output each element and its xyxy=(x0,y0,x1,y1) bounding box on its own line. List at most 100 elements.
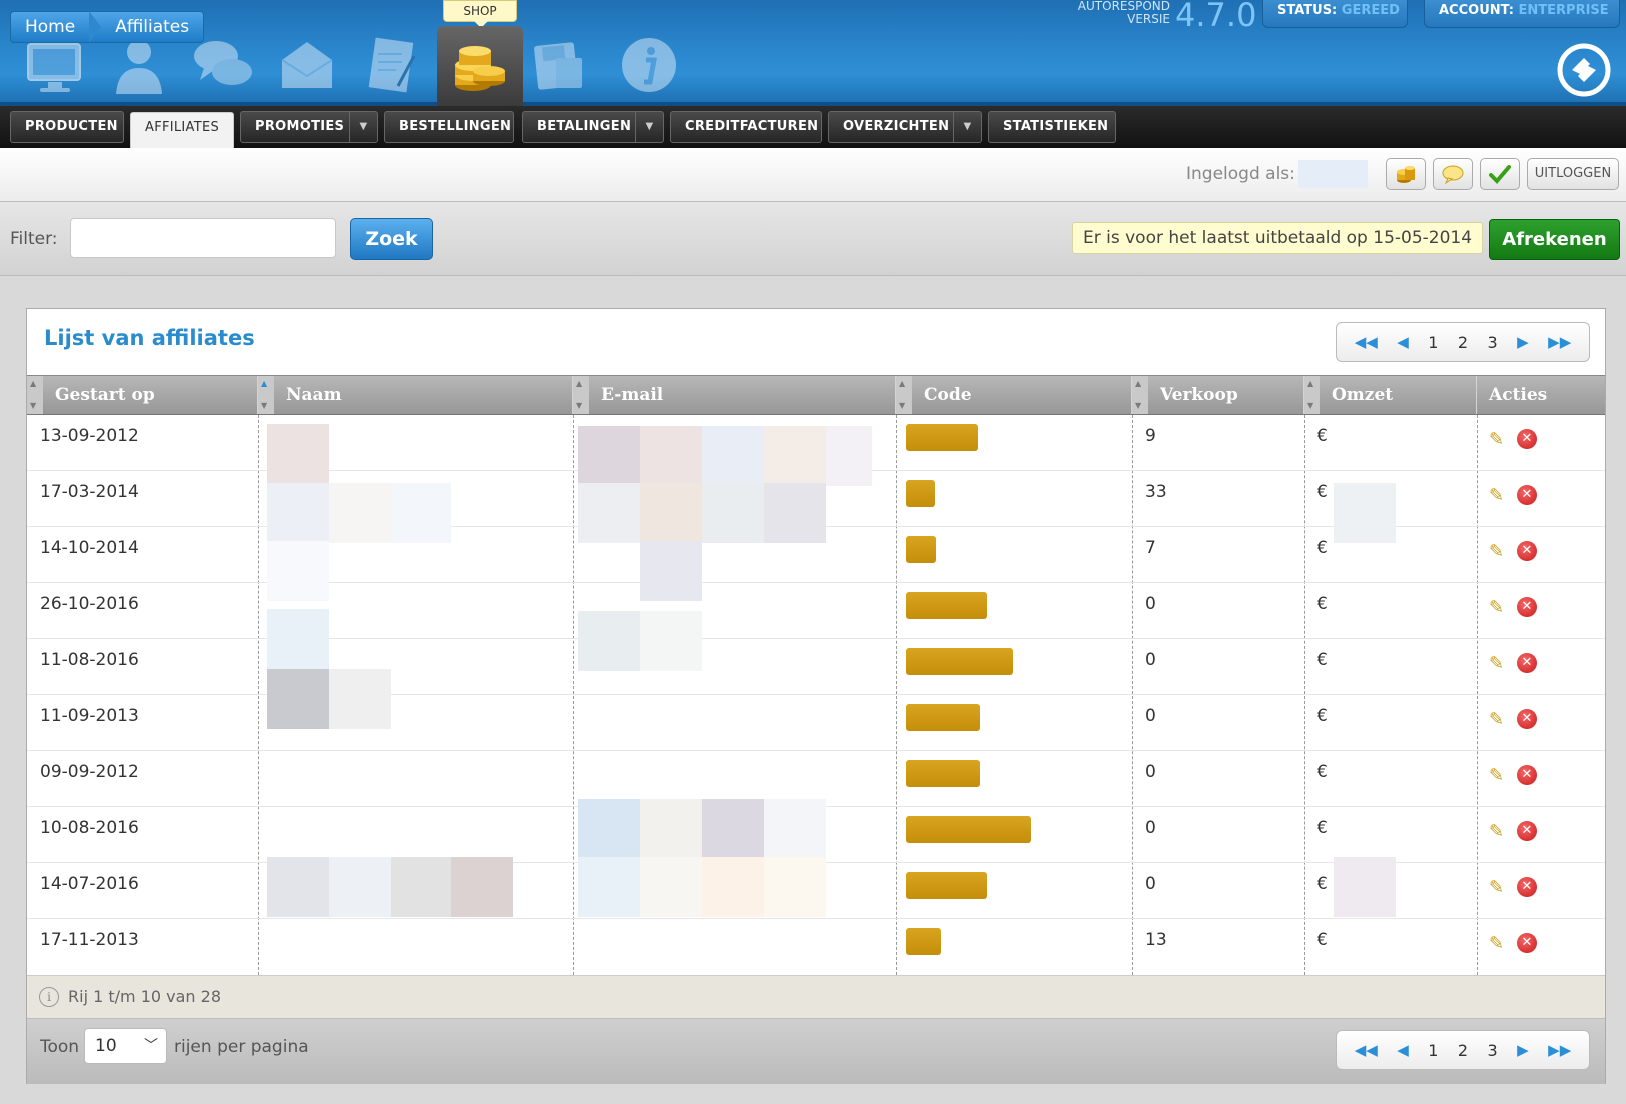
confirm-button[interactable] xyxy=(1480,158,1520,190)
page-link[interactable]: 2 xyxy=(1458,1041,1468,1060)
nav-item-bestellingen[interactable]: BESTELLINGEN xyxy=(384,111,514,143)
delete-icon[interactable]: ✕ xyxy=(1517,653,1537,673)
delete-icon[interactable]: ✕ xyxy=(1517,709,1537,729)
edit-icon[interactable]: ✎ xyxy=(1489,541,1504,562)
edit-icon[interactable]: ✎ xyxy=(1489,877,1504,898)
search-button[interactable]: Zoek xyxy=(350,218,433,260)
first-page-icon[interactable]: ◀◀ xyxy=(1355,1041,1378,1059)
floppy-icon[interactable] xyxy=(524,30,594,100)
nav-item-label: PROMOTIES xyxy=(255,119,345,134)
code-redacted xyxy=(906,704,980,731)
dropdown-arrow-icon[interactable]: ▼ xyxy=(635,112,663,142)
nav-item-statistieken[interactable]: STATISTIEKEN xyxy=(988,111,1116,143)
messages-button[interactable] xyxy=(1433,158,1473,190)
prev-page-icon[interactable]: ◀ xyxy=(1397,1041,1409,1059)
document-icon[interactable] xyxy=(356,30,426,100)
page-link[interactable]: 3 xyxy=(1488,1041,1498,1060)
delete-icon[interactable]: ✕ xyxy=(1517,765,1537,785)
nav-item-creditfacturen[interactable]: CREDITFACTUREN xyxy=(670,111,822,143)
info-icon[interactable] xyxy=(614,30,684,100)
table-row[interactable]: 17-03-2014 33 € ✎ ✕ xyxy=(27,471,1605,543)
nav-item-label: PRODUCTEN xyxy=(25,119,118,134)
edit-icon[interactable]: ✎ xyxy=(1489,653,1504,674)
coins-button[interactable] xyxy=(1386,158,1426,190)
next-page-icon[interactable]: ▶ xyxy=(1517,333,1529,351)
table-row[interactable]: 14-07-2016 0 € ✎ ✕ xyxy=(27,857,1605,919)
column-header-name[interactable]: Naam xyxy=(258,376,573,414)
column-header-actions: Acties xyxy=(1477,376,1605,414)
delete-icon[interactable]: ✕ xyxy=(1517,933,1537,953)
email-redacted xyxy=(764,799,826,859)
rows-per-page-select[interactable]: 10 ﹀ xyxy=(84,1028,167,1064)
filter-input[interactable] xyxy=(70,218,336,258)
cell-started: 26-10-2016 xyxy=(40,594,139,614)
page-link[interactable]: 3 xyxy=(1488,333,1498,352)
breadcrumb-home[interactable]: Home xyxy=(11,17,89,37)
column-header-started[interactable]: Gestart op xyxy=(27,376,258,414)
dropdown-arrow-icon[interactable]: ▼ xyxy=(953,112,981,142)
sort-icon[interactable] xyxy=(1132,376,1148,414)
pagination-bottom: ◀◀ ◀ 1 2 3 ▶ ▶▶ xyxy=(1336,1030,1590,1070)
edit-icon[interactable]: ✎ xyxy=(1489,821,1504,842)
speech-bubble-icon xyxy=(1442,165,1464,184)
nav-item-label: OVERZICHTEN xyxy=(843,119,950,134)
sort-icon[interactable] xyxy=(27,376,43,414)
column-header-email[interactable]: E-mail xyxy=(573,376,896,414)
delete-icon[interactable]: ✕ xyxy=(1517,485,1537,505)
nav-item-betalingen[interactable]: BETALINGEN ▼ xyxy=(522,111,664,143)
table-row[interactable]: 13-09-2012 9 € ✎ ✕ xyxy=(27,415,1605,486)
edit-icon[interactable]: ✎ xyxy=(1489,933,1504,954)
rows-per-page-label: rijen per pagina xyxy=(174,1037,309,1057)
next-page-icon[interactable]: ▶ xyxy=(1517,1041,1529,1059)
delete-icon[interactable]: ✕ xyxy=(1517,429,1537,449)
column-header-label: Verkoop xyxy=(1160,385,1238,405)
sort-icon[interactable] xyxy=(573,376,589,414)
column-header-code[interactable]: Code xyxy=(896,376,1132,414)
shop-module-button[interactable] xyxy=(437,26,523,106)
nav-item-producten[interactable]: PRODUCTEN xyxy=(10,111,124,143)
table-row[interactable]: 11-08-2016 0 € ✎ ✕ xyxy=(27,639,1605,729)
cell-sales: 13 xyxy=(1145,930,1167,950)
table-row[interactable]: 17-11-2013 13 € ✎ ✕ xyxy=(27,919,1605,975)
sort-icon[interactable] xyxy=(896,376,912,414)
table-row[interactable]: 11-09-2013 0 € ✎ ✕ xyxy=(27,695,1605,751)
checkout-button[interactable]: Afrekenen xyxy=(1489,219,1620,260)
table-row[interactable]: 10-08-2016 0 € ✎ ✕ xyxy=(27,799,1605,863)
edit-icon[interactable]: ✎ xyxy=(1489,429,1504,450)
dropdown-arrow-icon[interactable]: ▼ xyxy=(349,112,377,142)
logout-button[interactable]: UITLOGGEN xyxy=(1527,158,1619,190)
table-row[interactable]: 26-10-2016 0 € ✎ ✕ xyxy=(27,583,1605,671)
code-redacted xyxy=(906,760,980,787)
edit-icon[interactable]: ✎ xyxy=(1489,597,1504,618)
cell-currency: € xyxy=(1317,538,1328,558)
edit-icon[interactable]: ✎ xyxy=(1489,765,1504,786)
last-page-icon[interactable]: ▶▶ xyxy=(1548,1041,1571,1059)
breadcrumb-current[interactable]: Affiliates xyxy=(101,17,203,37)
checkmark-icon xyxy=(1489,165,1511,184)
prev-page-icon[interactable]: ◀ xyxy=(1397,333,1409,351)
page-link[interactable]: 2 xyxy=(1458,333,1468,352)
email-redacted xyxy=(702,799,764,859)
delete-icon[interactable]: ✕ xyxy=(1517,541,1537,561)
chevron-down-icon: ﹀ xyxy=(144,1038,158,1054)
sort-icon[interactable] xyxy=(1304,376,1320,414)
last-page-icon[interactable]: ▶▶ xyxy=(1548,333,1571,351)
delete-icon[interactable]: ✕ xyxy=(1517,821,1537,841)
code-redacted xyxy=(906,480,935,507)
delete-icon[interactable]: ✕ xyxy=(1517,877,1537,897)
table-row[interactable]: 14-10-2014 7 € ✎ ✕ xyxy=(27,527,1605,601)
column-header-revenue[interactable]: Omzet xyxy=(1304,376,1477,414)
delete-icon[interactable]: ✕ xyxy=(1517,597,1537,617)
page-link[interactable]: 1 xyxy=(1428,1041,1438,1060)
first-page-icon[interactable]: ◀◀ xyxy=(1355,333,1378,351)
edit-icon[interactable]: ✎ xyxy=(1489,485,1504,506)
nav-item-affiliates[interactable]: AFFILIATES xyxy=(130,112,234,150)
column-header-label: E-mail xyxy=(601,385,664,405)
envelope-icon[interactable] xyxy=(272,30,342,100)
nav-item-promoties[interactable]: PROMOTIES ▼ xyxy=(240,111,378,143)
column-header-sales[interactable]: Verkoop xyxy=(1132,376,1304,414)
nav-item-overzichten[interactable]: OVERZICHTEN ▼ xyxy=(828,111,982,143)
edit-icon[interactable]: ✎ xyxy=(1489,709,1504,730)
sort-icon[interactable] xyxy=(258,376,274,414)
page-link[interactable]: 1 xyxy=(1428,333,1438,352)
